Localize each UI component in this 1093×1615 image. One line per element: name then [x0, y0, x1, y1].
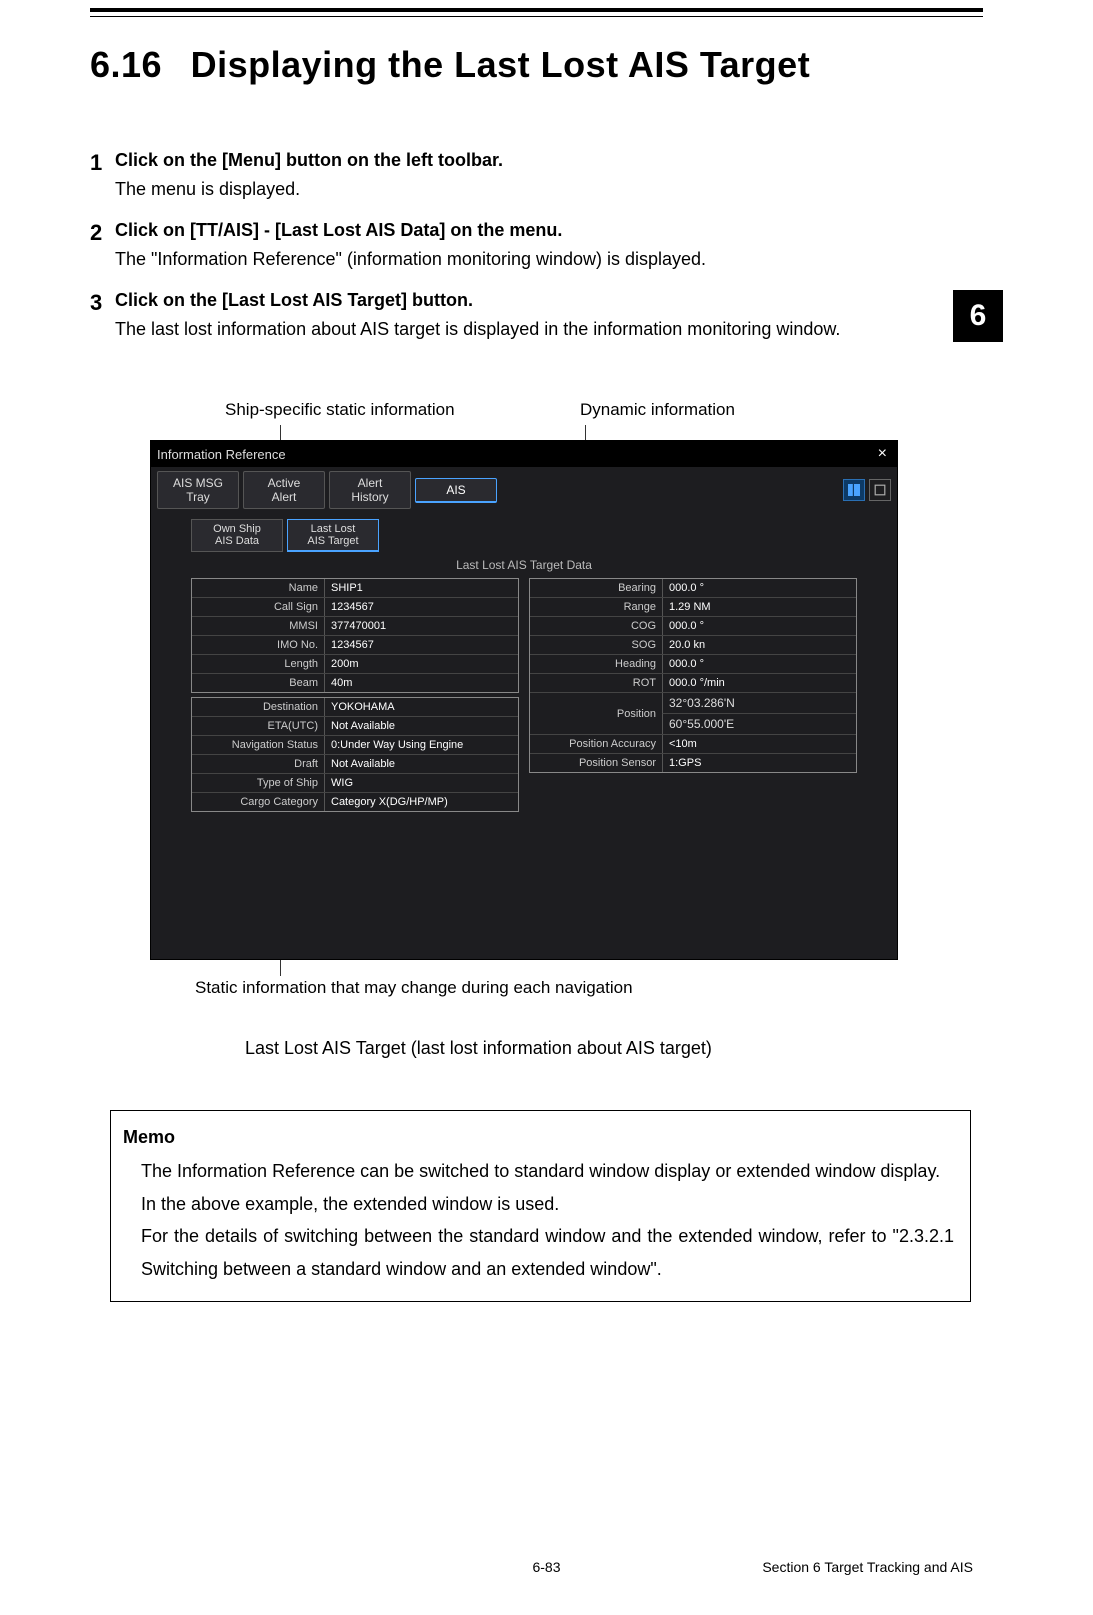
- layout-standard-icon[interactable]: [843, 479, 865, 501]
- rule-thick: [90, 8, 983, 12]
- callout-dynamic: Dynamic information: [580, 400, 735, 420]
- callout-ship-static: Ship-specific static information: [225, 400, 455, 420]
- label-length: Length: [192, 655, 324, 673]
- step-heading: Click on [TT/AIS] - [Last Lost AIS Data]…: [115, 220, 933, 241]
- label-draft: Draft: [192, 755, 324, 773]
- callout-voyage-static: Static information that may change durin…: [195, 978, 633, 998]
- label-name: Name: [192, 579, 324, 597]
- footer-section: Section 6 Target Tracking and AIS: [689, 1559, 973, 1575]
- tab-ais[interactable]: AIS: [415, 478, 497, 503]
- value-heading: 000.0 °: [662, 655, 856, 673]
- group-ship-static: NameSHIP1 Call Sign1234567 MMSI377470001…: [191, 578, 519, 693]
- group-voyage-static: DestinationYOKOHAMA ETA(UTC)Not Availabl…: [191, 697, 519, 812]
- section-number: 6.16: [90, 44, 162, 86]
- label-cargo: Cargo Category: [192, 793, 324, 811]
- subtab-last-lost-ais[interactable]: Last Lost AIS Target: [287, 519, 379, 552]
- value-position-lat: 32°03.286'N: [662, 693, 856, 713]
- label-possensor: Position Sensor: [530, 754, 662, 772]
- close-icon[interactable]: ×: [874, 445, 891, 463]
- value-shiptype: WIG: [324, 774, 518, 792]
- screenshot-window: Information Reference × AIS MSG Tray Act…: [150, 440, 898, 960]
- value-cargo: Category X(DG/HP/MP): [324, 793, 518, 811]
- label-navstatus: Navigation Status: [192, 736, 324, 754]
- value-name: SHIP1: [324, 579, 518, 597]
- step-heading: Click on the [Last Lost AIS Target] butt…: [115, 290, 933, 311]
- value-mmsi: 377470001: [324, 617, 518, 635]
- label-posacc: Position Accuracy: [530, 735, 662, 753]
- step-body: The last lost information about AIS targ…: [115, 317, 933, 342]
- step-number: 1: [90, 150, 102, 176]
- value-imo: 1234567: [324, 636, 518, 654]
- layout-extended-icon[interactable]: [869, 479, 891, 501]
- group-dynamic: Bearing000.0 ° Range1.29 NM COG000.0 ° S…: [529, 578, 857, 773]
- data-panel-title: Last Lost AIS Target Data: [151, 558, 897, 572]
- label-range: Range: [530, 598, 662, 616]
- value-possensor: 1:GPS: [662, 754, 856, 772]
- value-bearing: 000.0 °: [662, 579, 856, 597]
- label-sog: SOG: [530, 636, 662, 654]
- value-sog: 20.0 kn: [662, 636, 856, 654]
- value-posacc: <10m: [662, 735, 856, 753]
- section-heading: 6.16 Displaying the Last Lost AIS Target: [90, 44, 810, 86]
- value-navstatus: 0:Under Way Using Engine: [324, 736, 518, 754]
- value-destination: YOKOHAMA: [324, 698, 518, 716]
- tab-ais-msg-tray[interactable]: AIS MSG Tray: [157, 471, 239, 509]
- label-bearing: Bearing: [530, 579, 662, 597]
- value-rot: 000.0 °/min: [662, 674, 856, 692]
- label-cog: COG: [530, 617, 662, 635]
- value-position-lon: 60°55.000'E: [662, 713, 856, 734]
- label-imo: IMO No.: [192, 636, 324, 654]
- value-beam: 40m: [324, 674, 518, 692]
- chapter-side-tab: 6: [953, 290, 1003, 342]
- value-cog: 000.0 °: [662, 617, 856, 635]
- value-draft: Not Available: [324, 755, 518, 773]
- memo-title: Memo: [123, 1121, 954, 1153]
- label-shiptype: Type of Ship: [192, 774, 324, 792]
- label-position: Position: [530, 705, 662, 723]
- memo-body: The Information Reference can be switche…: [127, 1155, 954, 1285]
- label-destination: Destination: [192, 698, 324, 716]
- window-title: Information Reference: [157, 447, 286, 462]
- label-mmsi: MMSI: [192, 617, 324, 635]
- label-rot: ROT: [530, 674, 662, 692]
- step-body: The "Information Reference" (information…: [115, 247, 933, 272]
- subtab-own-ship-ais[interactable]: Own Ship AIS Data: [191, 519, 283, 552]
- value-eta: Not Available: [324, 717, 518, 735]
- value-range: 1.29 NM: [662, 598, 856, 616]
- label-callsign: Call Sign: [192, 598, 324, 616]
- memo-box: Memo The Information Reference can be sw…: [110, 1110, 971, 1302]
- value-length: 200m: [324, 655, 518, 673]
- value-callsign: 1234567: [324, 598, 518, 616]
- tab-alert-history[interactable]: Alert History: [329, 471, 411, 509]
- step-number: 2: [90, 220, 102, 246]
- label-eta: ETA(UTC): [192, 717, 324, 735]
- step-body: The menu is displayed.: [115, 177, 933, 202]
- step-number: 3: [90, 290, 102, 316]
- section-title-text: Displaying the Last Lost AIS Target: [191, 44, 811, 85]
- figure-caption: Last Lost AIS Target (last lost informat…: [245, 1038, 712, 1059]
- page-footer: 6-83 Section 6 Target Tracking and AIS: [0, 1559, 1093, 1575]
- page-number: 6-83: [404, 1559, 688, 1575]
- label-beam: Beam: [192, 674, 324, 692]
- step-heading: Click on the [Menu] button on the left t…: [115, 150, 933, 171]
- rule-thin: [90, 16, 983, 17]
- label-heading: Heading: [530, 655, 662, 673]
- tab-active-alert[interactable]: Active Alert: [243, 471, 325, 509]
